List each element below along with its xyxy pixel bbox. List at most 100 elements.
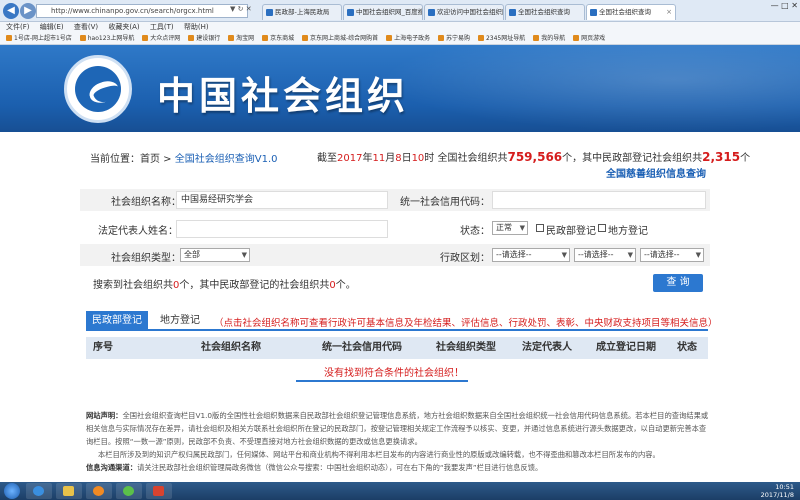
media-icon <box>93 486 104 496</box>
stats-year: 2017 <box>337 153 363 164</box>
tab-label: 中国社会组织网_百度搜索 <box>356 8 422 16</box>
menu-view[interactable]: 查看(V) <box>74 23 98 31</box>
browser-tab-5[interactable]: 全国社会组织查询 × <box>586 4 676 20</box>
menu-edit[interactable]: 编辑(E) <box>40 23 64 31</box>
org-name-input[interactable]: 中国易经研究学会 <box>176 191 388 209</box>
chevron-down-icon: ▼ <box>695 251 701 259</box>
chevron-down-icon: ▼ <box>627 251 633 259</box>
favorite-label: 京东商城 <box>270 35 295 42</box>
charity-query-link[interactable]: 全国慈善组织信息查询 <box>606 165 706 180</box>
favorite-label: 我的导航 <box>541 35 566 42</box>
favorite-label: 苏宁易购 <box>446 35 471 42</box>
province-select[interactable]: --请选择-- ▼ <box>492 248 570 262</box>
tab-favicon <box>590 9 597 16</box>
org-type-select-value: 全部 <box>184 250 200 259</box>
disclaimer-title: 网站声明： <box>86 411 123 420</box>
stats-hour: 10 <box>411 153 425 164</box>
system-tray[interactable]: 10:51 2017/11/8 <box>761 483 794 499</box>
status-select[interactable]: 正常 ▼ <box>492 221 528 235</box>
taskbar-ie-icon[interactable] <box>26 483 52 499</box>
breadcrumb: 当前位置：首页 > 全国社会组织查询V1.0 <box>90 150 278 165</box>
forward-button[interactable]: ▶ <box>20 3 36 19</box>
taskbar-chat-icon[interactable] <box>116 483 142 499</box>
province-select-value: --请选择-- <box>496 250 532 259</box>
favorite-item[interactable]: 京东商城 <box>262 33 295 44</box>
favorite-item[interactable]: 京东网上商城-综合网购首 <box>302 33 379 44</box>
disclaimer: 网站声明：全国社会组织查询栏目V1.0版的全国性社会组织数据来自民政部社会组织登… <box>86 409 712 474</box>
favorite-item[interactable]: 建设银行 <box>188 33 220 44</box>
menu-file[interactable]: 文件(F) <box>6 23 30 31</box>
menu-favorites[interactable]: 收藏夹(A) <box>108 23 139 31</box>
col-reg-date: 成立登记日期 <box>596 342 656 353</box>
local-checkbox-label: 地方登记 <box>608 226 648 237</box>
favorite-item[interactable]: 苏宁易购 <box>438 33 471 44</box>
favorite-icon <box>302 35 309 41</box>
site-logo[interactable] <box>64 55 132 123</box>
favorite-item[interactable]: 我的导航 <box>533 33 566 44</box>
favorite-item[interactable]: 2345网址导航 <box>477 33 525 44</box>
menu-tools[interactable]: 工具(T) <box>150 23 174 31</box>
favorite-icon <box>79 35 86 41</box>
favorite-label: 京东网上商城-综合网购首 <box>310 35 379 42</box>
favorite-icon <box>386 35 393 41</box>
tab-favicon <box>266 9 273 16</box>
search-result-summary: 搜索到社会组织共0个，其中民政部登记的社会组织共0个。 <box>93 276 356 291</box>
stats-total: 759,566 <box>507 150 563 164</box>
clock-date: 2017/11/8 <box>760 491 794 499</box>
taskbar-folder-icon[interactable] <box>56 483 82 499</box>
favorite-item[interactable]: 网页游戏 <box>573 33 605 44</box>
result-prefix: 搜索到社会组织共 <box>93 280 173 291</box>
stats-total-unit: 个，其中民政部登记社会组织共 <box>562 153 703 164</box>
browser-tab-3[interactable]: 欢迎访问中国社会组织网 <box>424 4 504 20</box>
credit-code-label: 统一社会信用代码： <box>400 197 490 208</box>
favorite-item[interactable]: 大众点评网 <box>142 33 180 44</box>
taskbar-media-icon[interactable] <box>86 483 112 499</box>
menu-help[interactable]: 帮助(H) <box>184 23 209 31</box>
browser-tab-1[interactable]: 民政部-上海民政局 <box>262 4 342 20</box>
city-select-value: --请选择-- <box>578 250 614 259</box>
favorite-label: 上海电子政务 <box>394 35 431 42</box>
favorite-item[interactable]: 1号店-网上超市1号店 <box>6 33 72 44</box>
query-button[interactable]: 查 询 <box>653 274 703 292</box>
result-mid: 个，其中民政部登记的社会组织共 <box>179 280 330 291</box>
org-stats: 截至2017年11月8日10时 全国社会组织共759,566个，其中民政部登记社… <box>317 149 750 164</box>
credit-code-input[interactable] <box>492 191 706 209</box>
browser-toolbar: ◀ ▶ http://www.chinanpo.gov.cn/search/or… <box>0 0 800 22</box>
breadcrumb-home[interactable]: 首页 <box>140 154 160 165</box>
stats-year-unit: 年 <box>362 153 373 164</box>
back-button[interactable]: ◀ <box>3 3 19 19</box>
favorite-icon <box>438 35 445 41</box>
tab-favicon <box>347 9 354 16</box>
tab-label: 欢迎访问中国社会组织网 <box>437 8 504 16</box>
tab-local[interactable]: 地方登记 <box>150 311 210 331</box>
city-select[interactable]: --请选择-- ▼ <box>574 248 636 262</box>
org-type-select[interactable]: 全部 ▼ <box>180 248 250 262</box>
favorite-icon <box>573 35 580 41</box>
tab-favicon <box>509 9 516 16</box>
org-type-label: 社会组织类型： <box>111 253 181 264</box>
favorite-item[interactable]: 淘宝网 <box>228 33 254 44</box>
stats-ministry-total: 2,315 <box>702 150 741 164</box>
close-tab-icon[interactable]: × <box>666 5 672 20</box>
stats-hour-unit: 时 全国社会组织共 <box>424 153 508 164</box>
favorite-item[interactable]: hao123上网导航 <box>79 33 134 44</box>
start-button[interactable] <box>4 483 20 499</box>
window-controls[interactable]: — □ ✕ <box>771 1 798 10</box>
breadcrumb-current[interactable]: 全国社会组织查询V1.0 <box>175 154 278 165</box>
no-result-message: 没有找到符合条件的社会组织！ <box>324 368 464 379</box>
browser-tab-2[interactable]: 中国社会组织网_百度搜索 <box>343 4 423 20</box>
browser-tab-4[interactable]: 全国社会组织查询 <box>505 4 585 20</box>
tab-civil-affairs[interactable]: 民政部登记 <box>86 311 148 331</box>
address-bar[interactable]: http://www.chinanpo.gov.cn/search/orgcx.… <box>36 4 248 18</box>
address-tools-icon[interactable]: ▼ ↻ ✕ <box>230 5 252 13</box>
site-title: 中国社会组织 <box>157 74 410 118</box>
favorite-icon <box>228 35 235 41</box>
ministry-checkbox[interactable] <box>536 224 544 232</box>
local-checkbox[interactable] <box>598 224 606 232</box>
district-select[interactable]: --请选择-- ▼ <box>640 248 704 262</box>
favorite-item[interactable]: 上海电子政务 <box>386 33 431 44</box>
divider <box>296 380 468 382</box>
legal-rep-input[interactable] <box>176 220 388 238</box>
stats-month: 11 <box>372 153 386 164</box>
taskbar-app-icon[interactable] <box>146 483 172 499</box>
